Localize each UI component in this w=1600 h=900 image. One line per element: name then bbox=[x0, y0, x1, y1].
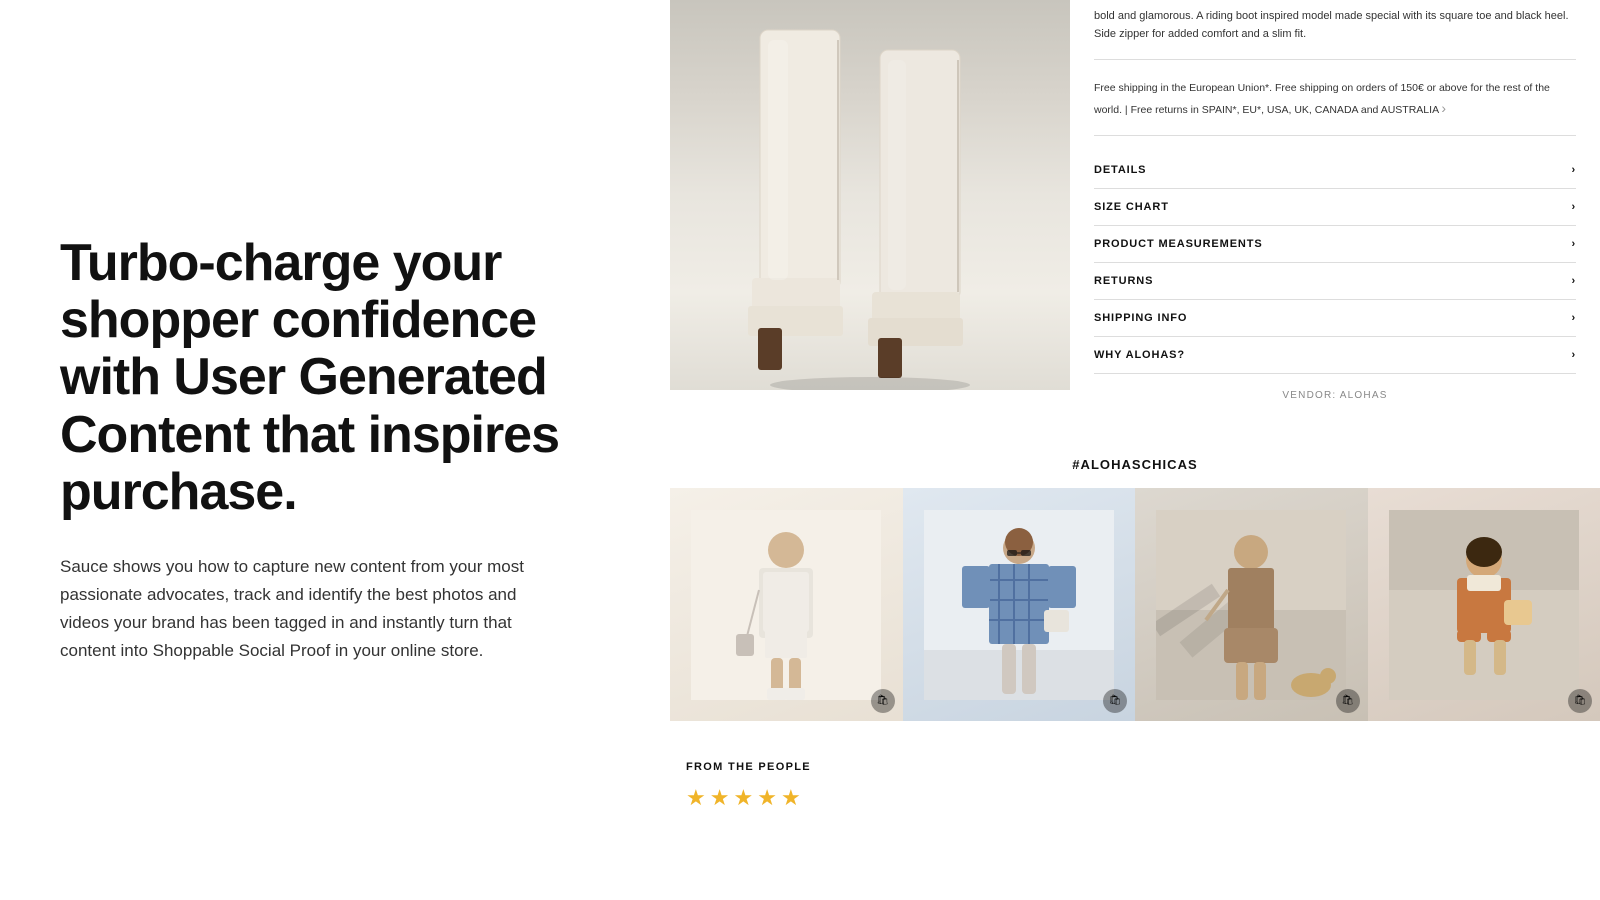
shipping-arrow: › bbox=[1441, 100, 1446, 116]
star-5: ★ bbox=[781, 785, 801, 811]
accordion-item-2[interactable]: PRODUCT MEASUREMENTS › bbox=[1094, 226, 1576, 263]
star-3: ★ bbox=[733, 785, 753, 811]
accordion-arrow-1: › bbox=[1571, 201, 1576, 213]
accordion-label-1: SIZE CHART bbox=[1094, 201, 1169, 213]
from-the-people-label: FROM THE PEOPLE bbox=[686, 761, 1600, 773]
reviews-section: FROM THE PEOPLE ★★★★★ bbox=[670, 721, 1600, 811]
product-image bbox=[670, 0, 1070, 390]
accordion-item-3[interactable]: RETURNS › bbox=[1094, 263, 1576, 300]
accordion-arrow-5: › bbox=[1571, 349, 1576, 361]
stars-row: ★★★★★ bbox=[686, 785, 1600, 811]
product-details-col: bold and glamorous. A riding boot inspir… bbox=[1070, 0, 1600, 441]
accordion-label-0: DETAILS bbox=[1094, 164, 1146, 176]
ugc-photo-4[interactable] bbox=[1368, 488, 1600, 721]
accordion-item-4[interactable]: SHIPPING INFO › bbox=[1094, 300, 1576, 337]
ugc-grid bbox=[670, 488, 1600, 721]
star-1: ★ bbox=[686, 785, 706, 811]
accordion-label-2: PRODUCT MEASUREMENTS bbox=[1094, 238, 1263, 250]
ugc-hashtag: #ALOHASCHICAS bbox=[670, 457, 1600, 472]
shipping-info: Free shipping in the European Union*. Fr… bbox=[1094, 80, 1576, 136]
accordion-label-3: RETURNS bbox=[1094, 275, 1153, 287]
product-section: bold and glamorous. A riding boot inspir… bbox=[670, 0, 1600, 441]
product-description: bold and glamorous. A riding boot inspir… bbox=[1094, 8, 1576, 60]
ugc-shop-icon-4[interactable] bbox=[1568, 689, 1592, 713]
accordion-label-4: SHIPPING INFO bbox=[1094, 312, 1187, 324]
right-panel[interactable]: bold and glamorous. A riding boot inspir… bbox=[670, 0, 1600, 900]
accordion-item-5[interactable]: WHY ALOHAS? › bbox=[1094, 337, 1576, 374]
accordion-item-0[interactable]: DETAILS › bbox=[1094, 152, 1576, 189]
ugc-photo-3[interactable] bbox=[1135, 488, 1368, 721]
body-text: Sauce shows you how to capture new conte… bbox=[60, 553, 560, 665]
accordion-arrow-3: › bbox=[1571, 275, 1576, 287]
ugc-shop-icon-1[interactable] bbox=[871, 689, 895, 713]
ugc-photo-2[interactable] bbox=[903, 488, 1136, 721]
ugc-photo-1[interactable] bbox=[670, 488, 903, 721]
ugc-shop-icon-2[interactable] bbox=[1103, 689, 1127, 713]
accordion-item-1[interactable]: SIZE CHART › bbox=[1094, 189, 1576, 226]
headline: Turbo-charge your shopper confidence wit… bbox=[60, 235, 610, 521]
ugc-shop-icon-3[interactable] bbox=[1336, 689, 1360, 713]
star-2: ★ bbox=[710, 785, 730, 811]
accordion-arrow-0: › bbox=[1571, 164, 1576, 176]
ugc-section: #ALOHASCHICAS bbox=[670, 441, 1600, 721]
accordion-arrow-4: › bbox=[1571, 312, 1576, 324]
accordion-arrow-2: › bbox=[1571, 238, 1576, 250]
star-4: ★ bbox=[757, 785, 777, 811]
accordion-label-5: WHY ALOHAS? bbox=[1094, 349, 1185, 361]
accordion-container: DETAILS › SIZE CHART › PRODUCT MEASUREME… bbox=[1094, 152, 1576, 374]
vendor-line: VENDOR: ALOHAS bbox=[1094, 374, 1576, 417]
left-panel: Turbo-charge your shopper confidence wit… bbox=[0, 0, 670, 900]
product-image-col bbox=[670, 0, 1070, 441]
